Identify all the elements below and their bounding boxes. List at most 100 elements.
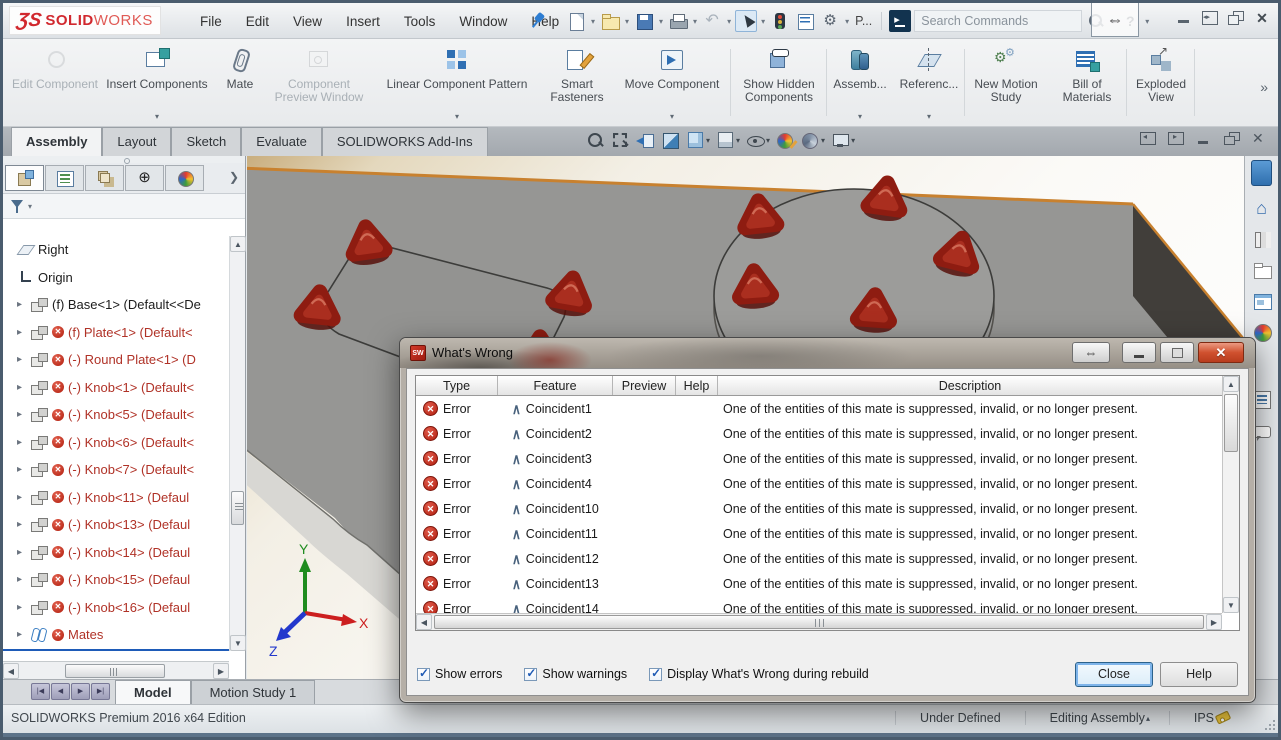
chevron-down-icon[interactable]: ▾ — [670, 110, 674, 123]
error-table-row[interactable]: ✕ Error ∧ Coincident2 One of the entities … — [416, 421, 1222, 446]
search-shortcut-icon[interactable] — [889, 10, 912, 32]
error-table-row[interactable]: ✕ Error ∧ Coincident4 One of the entities … — [416, 471, 1222, 496]
chevron-down-icon[interactable]: ▾ — [927, 110, 931, 123]
scrollbar-thumb[interactable] — [1224, 394, 1238, 452]
preview-cell[interactable] — [613, 571, 676, 596]
preview-cell[interactable] — [613, 421, 676, 446]
table-horizontal-scrollbar[interactable]: ◀ ▶ — [416, 613, 1222, 630]
chevron-down-icon[interactable]: ▾ — [727, 17, 731, 26]
checkbox-item[interactable]: ✓ Display What's Wrong during rebuild — [649, 666, 869, 681]
section-view-icon[interactable] — [660, 130, 680, 150]
pin-icon[interactable] — [531, 12, 547, 28]
menu-item[interactable]: Edit — [234, 10, 281, 33]
panel-tab[interactable] — [5, 165, 44, 191]
chevron-down-icon[interactable]: ▾ — [28, 202, 32, 211]
expand-arrow-icon[interactable]: ▸ — [17, 519, 31, 530]
help-cell[interactable] — [676, 496, 718, 521]
ribbon-button[interactable]: Bill of Materials ▾ — [1047, 39, 1127, 126]
expand-arrow-icon[interactable]: ▸ — [17, 382, 31, 393]
chevron-down-icon[interactable]: ▾ — [761, 17, 765, 26]
expand-arrow-icon[interactable]: ▸ — [17, 327, 31, 338]
dock-button[interactable] — [1202, 11, 1218, 25]
dialog-minimize-button[interactable] — [1122, 342, 1156, 363]
ribbon-overflow-chevron[interactable]: » — [1260, 79, 1268, 95]
tree-item[interactable]: ▸ ✕ (f) Base<1> (Default<<De — [3, 291, 229, 319]
tree-item[interactable]: ▸ ✕ (-) Round Plate<1> (D — [3, 346, 229, 374]
scroll-right-icon[interactable]: ▶ — [213, 662, 229, 679]
preview-cell[interactable] — [613, 521, 676, 546]
help-cell[interactable] — [676, 421, 718, 446]
last-tab-icon[interactable]: ▶| — [91, 683, 110, 700]
menu-item[interactable]: File — [188, 10, 234, 33]
tree-item[interactable]: ▸ ✕ Mates — [3, 621, 229, 649]
task-pane-scroll-button[interactable] — [1251, 160, 1272, 186]
filter-funnel-icon[interactable] — [9, 198, 25, 214]
ribbon-button[interactable]: Exploded View ▾ — [1127, 39, 1195, 126]
rebuild-traffic-light-icon[interactable] — [769, 10, 791, 32]
chevron-down-icon[interactable]: ▾ — [706, 136, 710, 145]
expand-arrow-icon[interactable]: ▸ — [17, 629, 31, 640]
column-header-description[interactable]: Description — [718, 376, 1222, 395]
tree-item[interactable]: ▸ ✕ (-) Knob<14> (Defaul — [3, 539, 229, 567]
column-header-feature[interactable]: Feature — [498, 376, 613, 395]
scroll-up-icon[interactable]: ▲ — [230, 236, 246, 252]
new-document-icon[interactable] — [565, 10, 587, 32]
expand-arrow-icon[interactable]: ▸ — [17, 437, 31, 448]
ribbon-button[interactable]: Component Preview Window ▾ — [265, 39, 373, 126]
document-tab[interactable]: Motion Study 1 — [190, 680, 316, 705]
restore-button[interactable] — [1228, 11, 1244, 25]
scroll-down-icon[interactable]: ▼ — [230, 635, 246, 651]
zoom-area-icon[interactable] — [610, 130, 630, 150]
close-button[interactable]: Close — [1075, 661, 1153, 687]
expand-arrow-icon[interactable]: ▸ — [17, 409, 31, 420]
doc-close-button[interactable]: ✕ — [1252, 131, 1268, 145]
menu-item[interactable]: Insert — [334, 10, 392, 33]
view-settings-icon[interactable] — [830, 130, 850, 150]
previous-tab-icon[interactable]: ◀ — [51, 683, 70, 700]
close-button[interactable]: ✕ — [1254, 11, 1270, 25]
preview-cell[interactable] — [613, 446, 676, 471]
column-header-help[interactable]: Help — [676, 376, 718, 395]
select-cursor-icon[interactable] — [735, 10, 758, 32]
apply-scene-icon[interactable] — [800, 130, 820, 150]
help-cell[interactable] — [676, 596, 718, 613]
edit-appearance-icon[interactable] — [775, 130, 795, 150]
scroll-left-icon[interactable]: ◀ — [3, 662, 19, 679]
search-input[interactable] — [914, 10, 1083, 32]
task-pane-tab[interactable] — [1245, 255, 1278, 285]
ribbon-button[interactable]: Referenc... ▾ — [893, 39, 965, 126]
ribbon-button[interactable]: Insert Components ▾ — [99, 39, 215, 126]
next-tab-icon[interactable]: ▶ — [71, 683, 90, 700]
rollback-bar[interactable] — [3, 649, 229, 651]
view-orientation-icon[interactable] — [685, 130, 705, 150]
resize-grip[interactable] — [1263, 718, 1275, 730]
chevron-down-icon[interactable]: ▾ — [845, 17, 849, 26]
preview-cell[interactable] — [613, 596, 676, 613]
ribbon-button[interactable]: Linear Component Pattern ▾ — [373, 39, 541, 126]
chevron-down-icon[interactable]: ▾ — [851, 136, 855, 145]
minimize-button[interactable] — [1176, 11, 1192, 25]
flyout-arrow-icon[interactable]: ❯ — [229, 170, 239, 184]
tree-item[interactable]: ▸ ✕ (-) Knob<7> (Default< — [3, 456, 229, 484]
chevron-down-icon[interactable]: ▾ — [591, 17, 595, 26]
scroll-right-icon[interactable]: ▶ — [1206, 614, 1222, 630]
chevron-down-icon[interactable]: ▾ — [858, 110, 862, 123]
checkbox[interactable]: ✓ — [417, 666, 430, 681]
ribbon-button[interactable]: Show Hidden Components ▾ — [731, 39, 827, 126]
tree-item[interactable]: ▸ ✕ (-) Knob<6> (Default< — [3, 429, 229, 457]
chevron-down-icon[interactable]: ▾ — [693, 17, 697, 26]
pane-left-icon[interactable] — [1140, 132, 1156, 145]
settings-gear-icon[interactable]: ⚙ — [819, 10, 841, 32]
ribbon-tab[interactable]: Evaluate — [241, 127, 322, 156]
print-icon[interactable] — [667, 10, 689, 32]
error-table-row[interactable]: ✕ Error ∧ Coincident1 One of the entities … — [416, 396, 1222, 421]
ribbon-button[interactable]: Mate ▾ — [215, 39, 265, 126]
tree-item[interactable]: ▸ ✕ (f) Plate<1> (Default< — [3, 319, 229, 347]
ribbon-tab[interactable]: SOLIDWORKS Add-Ins — [321, 127, 488, 156]
doc-restore-button[interactable] — [1224, 132, 1240, 145]
error-table-row[interactable]: ✕ Error ∧ Coincident10 One of the entities… — [416, 496, 1222, 521]
zoom-fit-icon[interactable] — [585, 130, 605, 150]
help-cell[interactable] — [676, 546, 718, 571]
tree-vertical-scrollbar[interactable]: ▲ ▼ — [229, 236, 246, 651]
panel-tab[interactable] — [165, 165, 204, 191]
